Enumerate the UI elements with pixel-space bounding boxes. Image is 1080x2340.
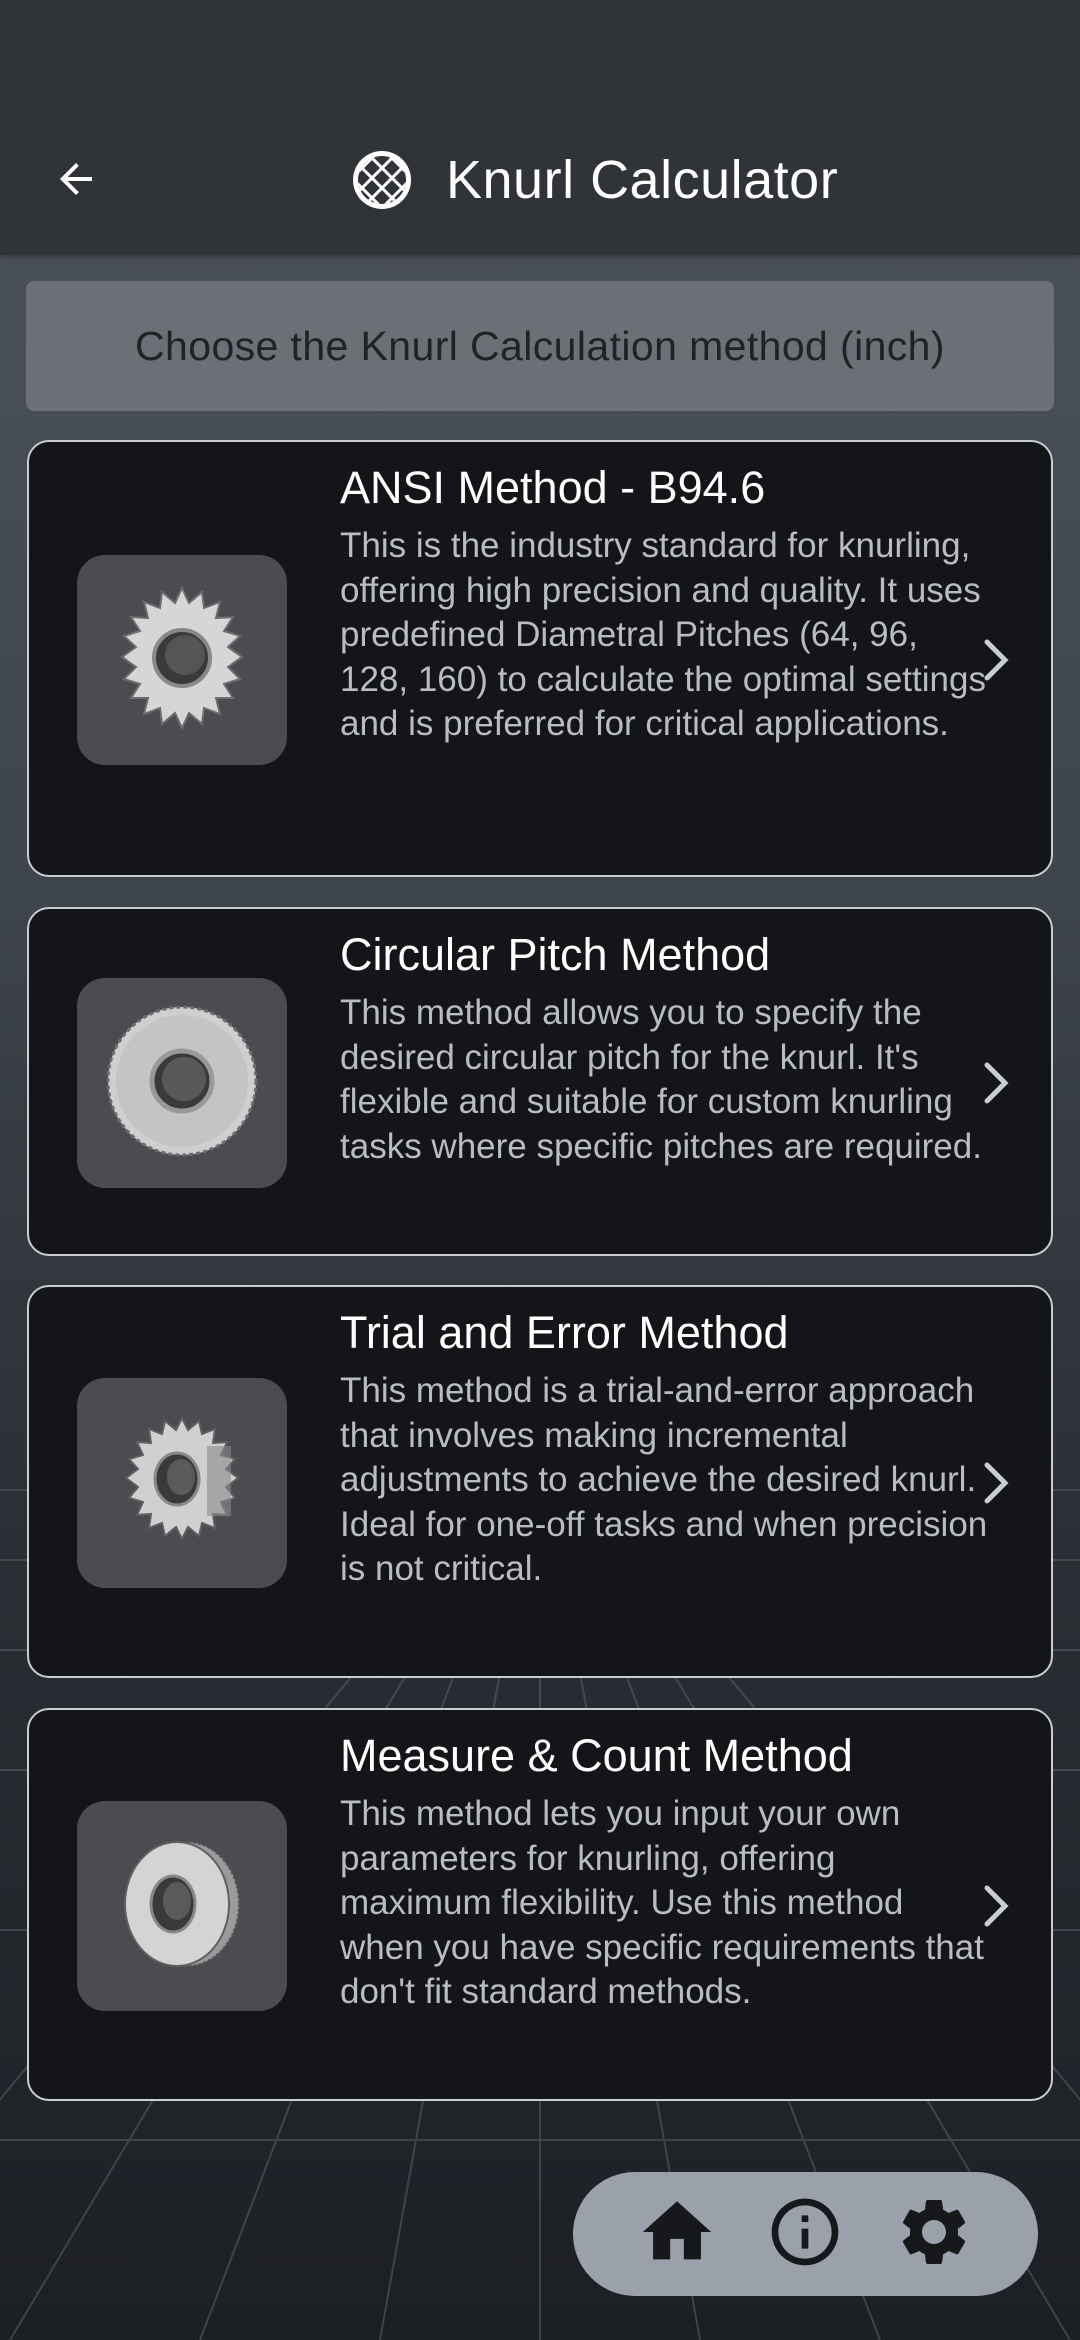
method-thumbnail: [77, 978, 287, 1188]
knurl-wheel-icon: [107, 583, 257, 738]
method-title: Measure & Count Method: [340, 1730, 853, 1781]
home-button[interactable]: [632, 2189, 722, 2279]
app-bar: Knurl Calculator: [0, 105, 1080, 255]
method-card-circular-pitch[interactable]: Circular Pitch Method This method allows…: [27, 907, 1053, 1256]
method-description: This method lets you input your own para…: [340, 1794, 984, 2012]
method-banner: Choose the Knurl Calculation method (inc…: [26, 281, 1054, 411]
knurl-wheel-icon: [107, 1406, 257, 1561]
chevron-right-icon: [977, 635, 1013, 685]
method-thumbnail: [77, 555, 287, 765]
bottom-nav: [573, 2172, 1038, 2296]
chevron-right-icon: [977, 1058, 1013, 1108]
info-icon: [765, 2192, 845, 2277]
method-thumbnail: [77, 1801, 287, 2011]
method-description: This is the industry standard for knurli…: [340, 526, 986, 744]
method-card-measure-and-count[interactable]: Measure & Count Method This method lets …: [27, 1708, 1053, 2101]
banner-text: Choose the Knurl Calculation method (inc…: [135, 322, 945, 369]
method-description: This method is a trial-and-error approac…: [340, 1371, 988, 1589]
method-title: Trial and Error Method: [340, 1307, 789, 1358]
method-title: ANSI Method - B94.6: [340, 462, 766, 513]
chevron-right-icon: [977, 1881, 1013, 1931]
knurl-pattern-icon: [350, 148, 414, 212]
arrow-back-icon: [52, 155, 100, 208]
method-card-ansi[interactable]: ANSI Method - B94.6 This is the industry…: [27, 440, 1053, 877]
status-bar: [0, 0, 1080, 105]
knurl-wheel-icon: [107, 1829, 257, 1984]
back-button[interactable]: [36, 141, 116, 221]
knurl-wheel-icon: [102, 1001, 262, 1166]
method-thumbnail: [77, 1378, 287, 1588]
method-card-trial-and-error[interactable]: Trial and Error Method This method is a …: [27, 1285, 1053, 1678]
settings-button[interactable]: [889, 2189, 979, 2279]
method-description: This method allows you to specify the de…: [340, 993, 982, 1166]
page-title: Knurl Calculator: [446, 150, 839, 210]
settings-gear-icon: [894, 2192, 974, 2277]
title-group: Knurl Calculator: [350, 145, 838, 215]
info-button[interactable]: [760, 2189, 850, 2279]
chevron-right-icon: [977, 1458, 1013, 1508]
method-title: Circular Pitch Method: [340, 929, 771, 980]
home-icon: [636, 2191, 718, 2278]
